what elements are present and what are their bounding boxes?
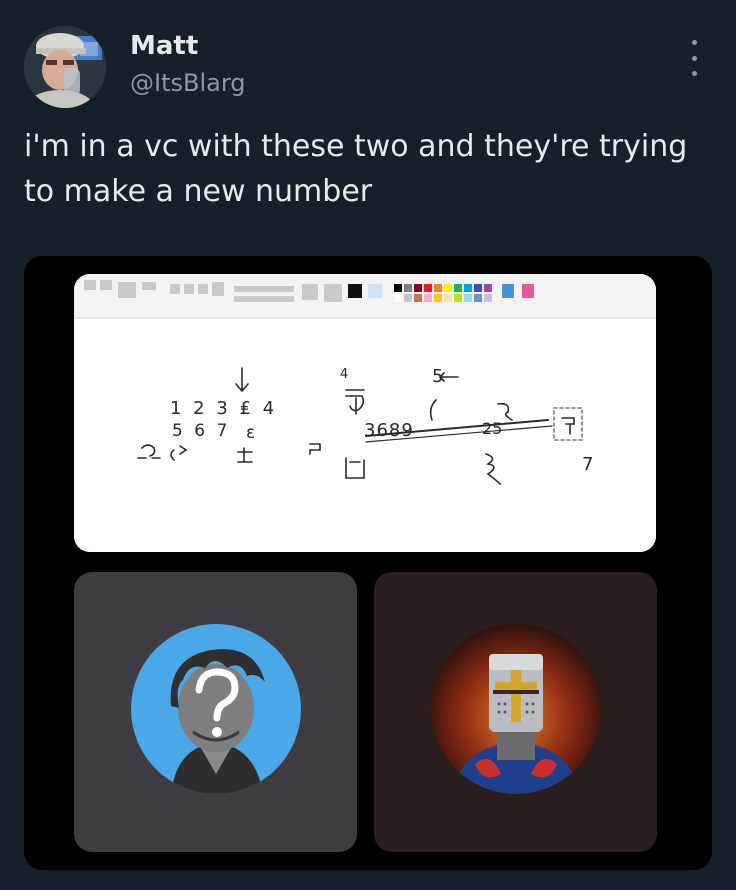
tweet-text: i'm in a vc with these two and they're t… bbox=[24, 129, 688, 209]
more-vertical-icon bbox=[691, 71, 697, 76]
participant-avatar-1 bbox=[131, 624, 301, 794]
svg-text:7: 7 bbox=[582, 454, 593, 475]
tweet-page: Matt @ItsBlarg i'm in a vc with these tw… bbox=[0, 0, 736, 890]
svg-text:5: 5 bbox=[432, 366, 443, 387]
more-vertical-icon bbox=[691, 40, 697, 45]
svg-text:5 6 7: 5 6 7 bbox=[172, 421, 230, 441]
tweet-header: Matt @ItsBlarg bbox=[0, 0, 736, 110]
author-handle[interactable]: @ItsBlarg bbox=[130, 68, 246, 98]
svg-text:1 2 3 ₤ 4: 1 2 3 ₤ 4 bbox=[170, 398, 277, 419]
more-vertical-icon bbox=[691, 55, 697, 61]
author-avatar[interactable] bbox=[24, 26, 106, 108]
paint-canvas-image: 4 5 1 2 3 ₤ 4 5 6 7 ɛ 3689 25 7 bbox=[74, 274, 656, 552]
paint-screenshot: 4 5 1 2 3 ₤ 4 5 6 7 ɛ 3689 25 7 bbox=[74, 274, 656, 552]
svg-text:ɛ: ɛ bbox=[246, 423, 255, 443]
participant-avatar-image-2 bbox=[431, 624, 601, 794]
participant-avatar-image-1 bbox=[131, 624, 301, 794]
participant-avatar-2 bbox=[431, 624, 601, 794]
author-name[interactable]: Matt bbox=[130, 30, 198, 62]
participant-tile-2[interactable] bbox=[374, 572, 657, 852]
svg-text:3689: 3689 bbox=[364, 420, 414, 441]
more-options-button[interactable] bbox=[682, 40, 706, 76]
tweet-media[interactable]: 4 5 1 2 3 ₤ 4 5 6 7 ɛ 3689 25 7 bbox=[24, 256, 712, 870]
author-avatar-image bbox=[24, 26, 106, 108]
participant-tile-1[interactable] bbox=[74, 572, 357, 852]
svg-text:4: 4 bbox=[340, 367, 348, 382]
svg-text:25: 25 bbox=[482, 419, 502, 438]
